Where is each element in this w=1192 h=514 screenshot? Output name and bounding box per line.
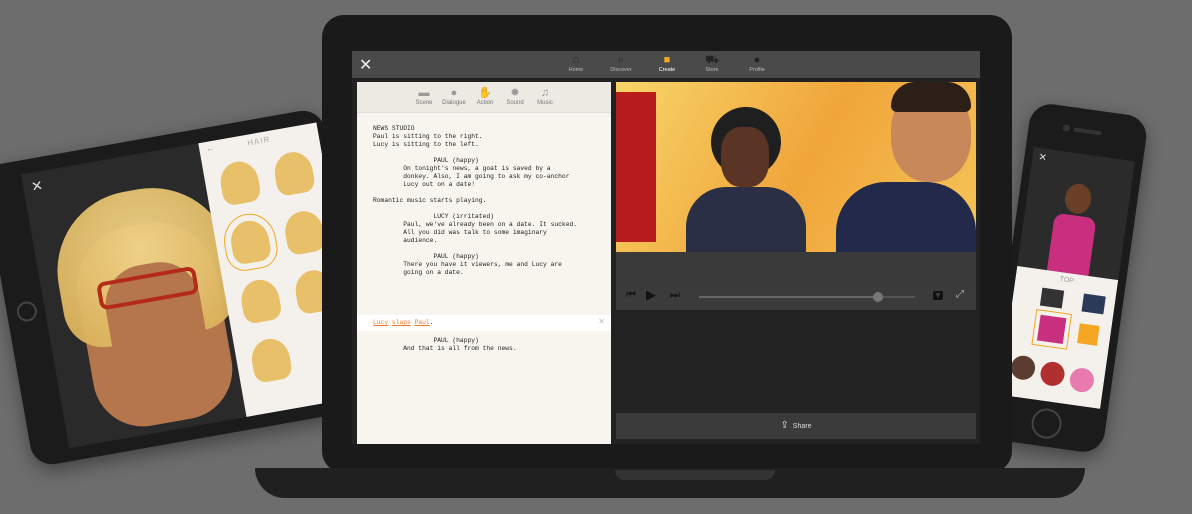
nav-home[interactable]: ⌂ Home (556, 53, 596, 73)
panel-title: HAIR (246, 134, 271, 148)
close-icon[interactable]: ✕ (1038, 152, 1048, 164)
tool-label: Dialogue (442, 100, 466, 106)
profile-icon: ● (753, 54, 761, 66)
top-option[interactable] (1039, 287, 1065, 309)
actor-link[interactable]: Paul (415, 319, 430, 326)
video-preview[interactable] (616, 82, 976, 284)
scrubber-knob[interactable] (873, 292, 884, 302)
camera-icon: ■ (663, 54, 671, 66)
phone-camera (1062, 123, 1071, 132)
play-icon[interactable]: ▶ (646, 287, 656, 303)
nav-label: Discover (610, 67, 632, 73)
phone-speaker (1073, 127, 1102, 136)
nav-create[interactable]: ■ Create (647, 53, 687, 73)
tool-action[interactable]: ✋ Action (470, 86, 500, 106)
nav-profile[interactable]: ● Profile (737, 53, 777, 73)
color-swatch[interactable] (1009, 354, 1037, 382)
phone-home-button (1029, 406, 1064, 441)
avatar-head (1063, 182, 1094, 216)
skip-back-icon[interactable]: ⏮ (626, 289, 636, 302)
action-link[interactable]: slaps (392, 319, 411, 326)
hair-option[interactable] (217, 158, 263, 207)
tablet-home-button (15, 299, 39, 324)
tool-label: Sound (506, 100, 524, 106)
tool-scene[interactable]: ▬ Scene (409, 86, 439, 106)
hair-option[interactable] (271, 149, 317, 198)
share-label: Share (792, 423, 812, 430)
close-icon[interactable]: ✕ (598, 317, 605, 326)
top-option[interactable] (1081, 293, 1106, 315)
top-picker-panel: TOP (999, 265, 1119, 409)
clapper-icon: ▬ (418, 87, 430, 99)
tool-sound[interactable]: ✹ Sound (500, 86, 530, 106)
script-text[interactable]: PAUL (happy) And that is all from the ne… (373, 337, 516, 353)
top-nav: ✕ ⌂ Home ⌕ Discover ■ Create ⛟ Store ● Profil… (352, 51, 980, 78)
tool-dialogue[interactable]: ● Dialogue (439, 86, 469, 106)
paul-hair (891, 82, 971, 112)
top-option[interactable] (1077, 323, 1100, 346)
close-icon[interactable]: ✕ (359, 55, 372, 75)
hair-option-selected[interactable] (219, 209, 281, 274)
burst-icon: ✹ (510, 87, 520, 99)
tool-label: Action (476, 100, 494, 106)
search-icon: ⌕ (617, 54, 625, 66)
fullscreen-icon[interactable]: ⤢ (956, 289, 964, 300)
avatar-jacket (1046, 212, 1097, 276)
tablet-device: ✕ ← HAIR (0, 107, 374, 468)
news-desk (616, 252, 976, 284)
panel-title: TOP (1059, 276, 1075, 285)
hair-option[interactable] (281, 208, 327, 257)
laptop-screen: ✕ ⌂ Home ⌕ Discover ■ Create ⛟ Store ● Profil… (352, 51, 980, 444)
actor-link[interactable]: Lucy (373, 319, 388, 326)
hand-icon: ✋ (478, 87, 492, 99)
nav-label: Create (658, 67, 676, 73)
laptop-notch (615, 470, 775, 480)
lucy-face (721, 127, 769, 187)
top-option-selected[interactable] (1031, 309, 1073, 350)
tool-music[interactable]: ♫ Music (530, 86, 560, 106)
nav-label: Profile (749, 67, 765, 73)
hair-option[interactable] (248, 335, 294, 384)
studio-red-panel (616, 92, 656, 242)
skip-forward-icon[interactable]: ⏭ (670, 289, 680, 302)
scrubber-fill (699, 296, 879, 298)
phone-screen: ✕ TOP (999, 147, 1135, 409)
selected-action-line[interactable]: Lucy slaps Paul. ✕ (357, 315, 611, 331)
script-editor: ▬ Scene ● Dialogue ✋ Action ✹ Sound ♫ Music N… (357, 82, 611, 444)
cart-icon: ⛟ (705, 54, 719, 66)
player-controls: ⏮ ▶ ⏭ ▼ ⤢ (616, 284, 976, 310)
tool-label: Scene (415, 100, 433, 106)
punct: . (429, 319, 434, 326)
hair-option[interactable] (238, 276, 283, 325)
action-line-text: Lucy slaps Paul. (373, 319, 434, 326)
speech-bubble-icon: ● (450, 87, 458, 99)
share-icon: ⇪ (780, 420, 789, 431)
color-swatch[interactable] (1068, 366, 1096, 394)
nav-label: Home (568, 67, 584, 73)
music-note-icon: ♫ (540, 87, 550, 99)
script-text[interactable]: NEWS STUDIO Paul is sitting to the right… (373, 125, 608, 277)
close-icon[interactable]: ✕ (30, 177, 45, 196)
nav-label: Store (705, 67, 719, 73)
camera-icon[interactable]: ▼ (933, 291, 943, 300)
color-swatch[interactable] (1038, 360, 1067, 388)
home-icon: ⌂ (572, 54, 580, 66)
nav-store[interactable]: ⛟ Store (692, 53, 732, 73)
tool-label: Music (537, 100, 553, 106)
nav-discover[interactable]: ⌕ Discover (601, 53, 641, 73)
share-button[interactable]: ⇪ Share (616, 413, 976, 439)
tablet-screen: ✕ ← HAIR (20, 122, 365, 449)
script-toolbar: ▬ Scene ● Dialogue ✋ Action ✹ Sound ♫ Music (357, 82, 611, 113)
